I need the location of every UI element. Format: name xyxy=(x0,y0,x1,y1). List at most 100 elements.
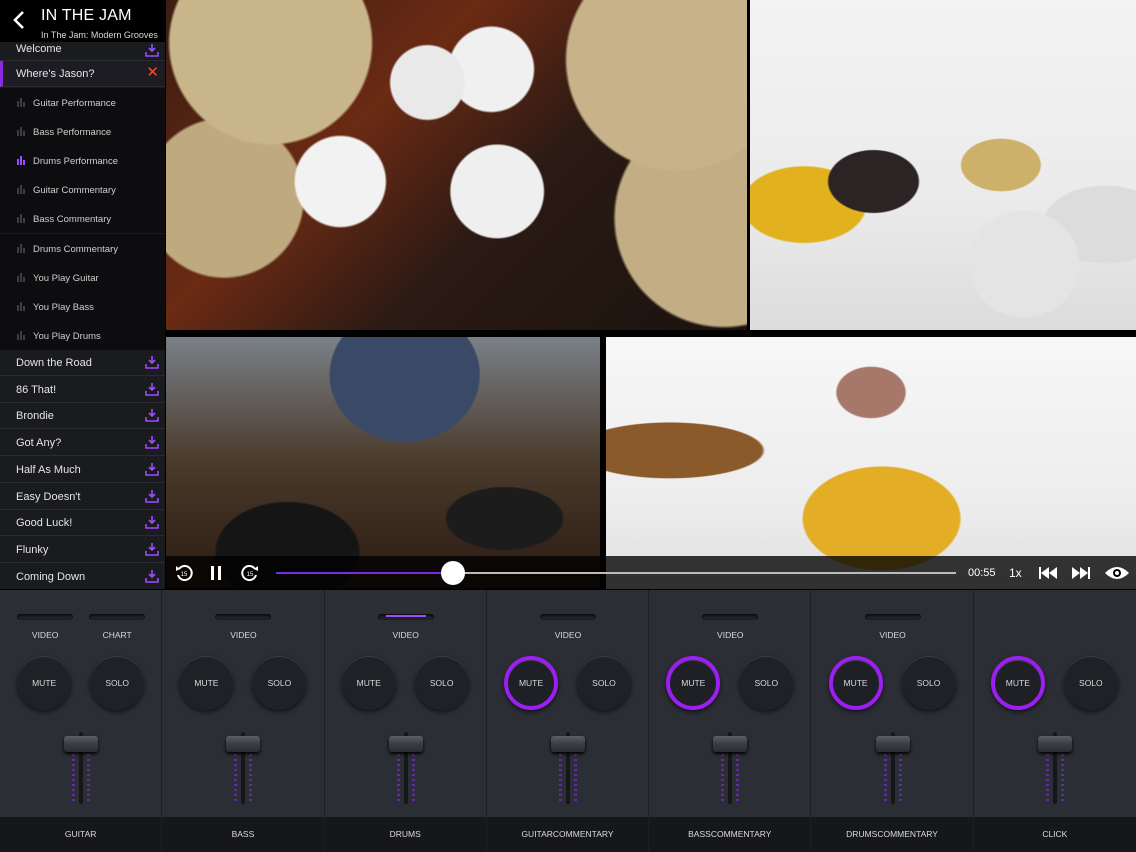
download-icon[interactable] xyxy=(145,408,159,423)
song-section-item[interactable]: Drums Commentary xyxy=(0,233,165,263)
fader-handle[interactable] xyxy=(226,736,261,752)
mute-button[interactable]: MUTE xyxy=(503,656,558,710)
speed-button[interactable]: 1x xyxy=(1009,566,1022,580)
fader-handle[interactable] xyxy=(550,736,585,752)
channel-name-line: GUITAR xyxy=(521,828,553,839)
level-meter-left xyxy=(883,744,887,802)
equalizer-icon xyxy=(17,156,26,166)
back-button[interactable] xyxy=(12,10,30,34)
fader-handle[interactable] xyxy=(64,736,99,752)
song-section-item[interactable]: You Play Bass xyxy=(0,291,165,321)
fader-handle[interactable] xyxy=(713,736,748,752)
toggle-video[interactable] xyxy=(864,614,921,620)
sidebar-item-welcome[interactable]: Welcome xyxy=(0,42,165,61)
song-section-item[interactable]: You Play Guitar xyxy=(0,262,165,292)
rewind-button[interactable]: 15 xyxy=(173,562,195,584)
volume-fader[interactable] xyxy=(875,732,910,804)
forward-button[interactable]: 15 xyxy=(239,562,261,584)
video-drums-overhead[interactable] xyxy=(166,0,747,330)
solo-button[interactable]: SOLO xyxy=(414,656,469,710)
mixer-channel: VIDEO CHART MUTE SOLO GUITAR xyxy=(0,590,163,852)
download-icon[interactable] xyxy=(145,489,159,503)
video-drummer-side[interactable] xyxy=(750,0,1136,330)
volume-fader[interactable] xyxy=(64,732,99,804)
close-icon[interactable]: ✕ xyxy=(146,65,159,81)
solo-button[interactable]: SOLO xyxy=(252,656,307,710)
mute-button[interactable]: MUTE xyxy=(341,656,396,710)
toggle-label: VIDEO xyxy=(230,630,257,640)
toggle-chart[interactable] xyxy=(89,614,146,620)
fader-handle[interactable] xyxy=(388,736,423,752)
download-icon[interactable] xyxy=(145,382,159,396)
mute-button[interactable]: MUTE xyxy=(828,656,883,710)
volume-fader[interactable] xyxy=(226,732,261,804)
seek-handle[interactable] xyxy=(440,561,465,585)
song-section-item[interactable]: Bass Commentary xyxy=(0,204,165,234)
video-drummer-front[interactable] xyxy=(606,337,1136,589)
mute-button[interactable]: MUTE xyxy=(179,656,234,710)
download-icon[interactable] xyxy=(145,515,159,529)
download-icon[interactable] xyxy=(145,462,159,476)
mixer-channel: VIDEO MUTE SOLO DRUMS COMMENTARY xyxy=(811,590,974,852)
toggle-label: VIDEO xyxy=(392,630,419,640)
video-kick-pedal[interactable] xyxy=(166,337,600,589)
download-icon[interactable] xyxy=(145,542,159,556)
toggle-video[interactable] xyxy=(702,614,759,620)
solo-button[interactable]: SOLO xyxy=(739,656,794,710)
solo-button[interactable]: SOLO xyxy=(1063,656,1118,710)
sidebar: IN THE JAM In The Jam: Modern Grooves We… xyxy=(0,0,165,589)
toggle-video[interactable] xyxy=(539,614,596,620)
solo-button[interactable]: SOLO xyxy=(901,656,956,710)
view-toggle-button[interactable] xyxy=(1103,562,1131,584)
song-section-label: You Play Drums xyxy=(33,330,101,342)
next-button[interactable] xyxy=(1070,562,1092,584)
song-list-item[interactable]: Good Luck! xyxy=(0,510,165,537)
song-list-item[interactable]: Half As Much xyxy=(0,457,165,483)
mute-button[interactable]: MUTE xyxy=(990,656,1045,710)
song-section-item[interactable]: Guitar Commentary xyxy=(0,175,165,205)
song-section-item[interactable]: Drums Performance xyxy=(0,146,165,176)
solo-button[interactable]: SOLO xyxy=(90,656,145,710)
solo-button[interactable]: SOLO xyxy=(576,656,631,710)
toggle-video[interactable] xyxy=(17,614,74,620)
song-section-item[interactable]: Bass Performance xyxy=(0,117,165,147)
seek-bar[interactable] xyxy=(276,561,956,585)
volume-fader[interactable] xyxy=(1037,732,1072,804)
song-list-item[interactable]: Got Any? xyxy=(0,430,165,457)
pause-button[interactable] xyxy=(205,562,227,584)
level-meter-right xyxy=(736,744,740,802)
app-subtitle: In The Jam: Modern Grooves xyxy=(41,30,158,40)
mute-button[interactable]: MUTE xyxy=(17,656,72,710)
song-list-item[interactable]: 86 That! xyxy=(0,377,165,403)
sidebar-active-song[interactable]: Where's Jason? ✕ xyxy=(0,61,165,87)
song-list-item[interactable]: Coming Down xyxy=(0,564,165,589)
song-title: 86 That! xyxy=(16,383,57,396)
svg-text:15: 15 xyxy=(247,572,254,578)
download-icon[interactable] xyxy=(145,355,159,369)
mixer-channel: MUTE SOLO CLICK xyxy=(973,590,1136,852)
volume-fader[interactable] xyxy=(388,732,423,804)
song-section-item[interactable]: You Play Drums xyxy=(0,320,165,350)
mute-button[interactable]: MUTE xyxy=(666,656,721,710)
song-list-item[interactable]: Down the Road xyxy=(0,350,165,376)
download-icon[interactable] xyxy=(145,435,159,449)
fader-handle[interactable] xyxy=(1037,736,1072,752)
video-grid[interactable] xyxy=(166,0,1136,589)
song-title: Coming Down xyxy=(16,570,86,583)
toggle-video[interactable] xyxy=(215,614,272,620)
volume-fader[interactable] xyxy=(713,732,748,804)
song-list-item[interactable]: Brondie xyxy=(0,403,165,430)
volume-fader[interactable] xyxy=(550,732,585,804)
song-section-item[interactable]: Guitar Performance xyxy=(0,88,165,117)
fader-handle[interactable] xyxy=(875,736,910,752)
song-section-label: You Play Guitar xyxy=(33,272,99,284)
download-icon[interactable] xyxy=(145,569,159,583)
previous-button[interactable] xyxy=(1037,562,1059,584)
song-list-item[interactable]: Easy Doesn't xyxy=(0,484,165,510)
song-title: Brondie xyxy=(16,410,54,423)
song-list-item[interactable]: Flunky xyxy=(0,537,165,563)
download-icon[interactable] xyxy=(145,43,159,57)
channel-name-line: BASS xyxy=(231,828,255,839)
toggle-video[interactable] xyxy=(377,614,434,620)
channel-name-line: GUITAR xyxy=(64,828,97,839)
